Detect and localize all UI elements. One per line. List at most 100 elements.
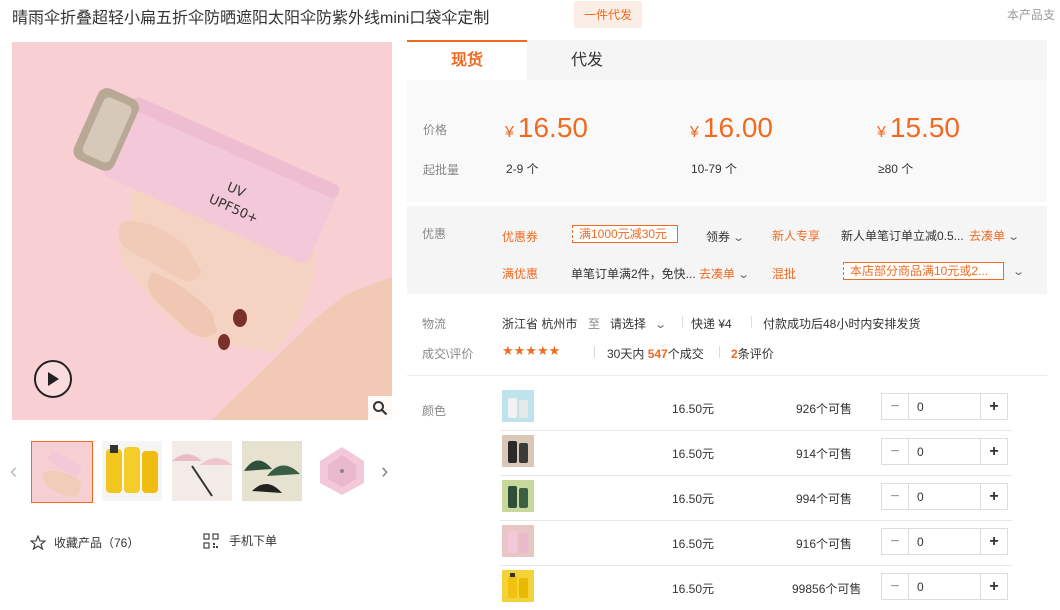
quantity-stepper: − + (881, 393, 1008, 420)
minus-button[interactable]: − (882, 574, 909, 599)
quantity-stepper: − + (881, 528, 1008, 555)
newbie-label: 新人专享 (772, 229, 821, 243)
tab-in-stock[interactable]: 现货 (407, 40, 527, 80)
favorite-button[interactable]: 收藏产品（76） (30, 534, 139, 551)
quantity-input[interactable] (909, 394, 980, 419)
sku-price: 16.50元 (672, 492, 715, 506)
sku-swatch-green[interactable] (502, 480, 534, 512)
favorite-label: 收藏产品（76） (54, 536, 140, 550)
quantity-input[interactable] (909, 574, 980, 599)
price-tier-3: ¥15.50 (877, 112, 960, 143)
sku-stock: 914个可售 (795, 447, 852, 461)
full-discount-label: 满优惠 (502, 267, 539, 281)
sku-row: 16.50元 99856个可售 − + (500, 566, 1012, 610)
main-product-image[interactable]: UV UPF50+ (12, 42, 392, 420)
product-title: 晴雨伞折叠超轻小扁五折伞防晒遮阳太阳伞防紫外线mini口袋伞定制 (12, 10, 490, 27)
chevron-down-icon: ⌄ (737, 269, 751, 281)
star-outline-icon (30, 535, 46, 550)
divider (682, 316, 683, 328)
newbie-text: 新人单笔订单立减0.5... (841, 229, 964, 243)
full-discount-link[interactable]: 去凑单 ⌄ (699, 265, 751, 282)
claim-coupon-button[interactable]: 领券 ⌄ (706, 228, 746, 245)
chevron-down-icon: ⌄ (732, 232, 746, 244)
sku-stock: 916个可售 (795, 537, 852, 551)
moq-label: 起批量 (423, 163, 460, 177)
plus-button[interactable]: + (980, 439, 1007, 464)
quantity-input[interactable] (909, 529, 980, 554)
minus-button[interactable]: − (882, 484, 909, 509)
chevron-down-icon: ⌄ (1007, 231, 1021, 243)
ship-from: 浙江省 杭州市 (502, 317, 578, 331)
sku-stock: 99856个可售 (792, 582, 862, 596)
price-tier-1: ¥16.50 (505, 112, 588, 143)
plus-button[interactable]: + (980, 574, 1007, 599)
sku-price: 16.50元 (672, 447, 715, 461)
shipping-fee: 快递 ¥4 (691, 317, 732, 331)
sales-count: 30天内 547个成交 (607, 347, 704, 361)
destination-select[interactable]: 请选择 ⌄ (610, 315, 668, 332)
promotions-label: 优惠 (422, 227, 447, 241)
quantity-stepper: − + (881, 483, 1008, 510)
sku-stock: 926个可售 (795, 402, 852, 416)
divider (594, 346, 595, 358)
dropship-badge: 一件代发 (574, 1, 643, 28)
plus-button[interactable]: + (980, 394, 1007, 419)
tab-dropship[interactable]: 代发 (527, 40, 647, 80)
play-icon (48, 372, 59, 386)
play-video-button[interactable] (34, 360, 72, 398)
deals-label: 成交\评价 (422, 347, 474, 361)
mobile-order-label: 手机下单 (229, 534, 278, 548)
sku-swatch-pink[interactable] (502, 525, 534, 557)
minus-button[interactable]: − (882, 529, 909, 554)
coupon-label: 优惠券 (502, 230, 539, 244)
sku-price: 16.50元 (672, 402, 715, 416)
plus-button[interactable]: + (980, 529, 1007, 554)
logistics-label: 物流 (422, 317, 447, 331)
product-illustration: UV UPF50+ (12, 42, 392, 420)
mixed-expand[interactable]: ⌄ (1010, 264, 1026, 278)
mixed-batch-label: 混批 (772, 267, 797, 281)
sku-price: 16.50元 (672, 582, 715, 596)
chevron-down-icon: ⌄ (654, 319, 668, 331)
section-divider (407, 375, 1047, 376)
chevron-right-icon[interactable]: › (381, 458, 388, 484)
moq-tier-2: 10-79 个 (691, 162, 738, 176)
thumbnail-item[interactable] (102, 441, 164, 503)
mixed-batch-ticket[interactable]: 本店部分商品满10元或2... (843, 262, 1004, 280)
zoom-button[interactable] (368, 396, 392, 420)
sku-stock: 994个可售 (795, 492, 852, 506)
sku-row: 16.50元 916个可售 − + (500, 521, 1012, 566)
coupon-ticket[interactable]: 满1000元减30元 (572, 225, 678, 243)
quantity-input[interactable] (909, 439, 980, 464)
plus-button[interactable]: + (980, 484, 1007, 509)
divider (751, 316, 752, 328)
mobile-order-button[interactable]: 手机下单 (203, 532, 277, 549)
chevron-down-icon: ⌄ (1012, 266, 1026, 278)
rating-stars: ★★★★★ (502, 343, 561, 358)
thumbnail-item[interactable] (242, 441, 304, 503)
sku-swatch-yellow[interactable] (502, 570, 534, 602)
moq-tier-3: ≥80 个 (878, 162, 914, 176)
thumbnail-item[interactable] (31, 441, 93, 503)
dispatch-note: 付款成功后48小时内安排发货 (763, 317, 921, 331)
chevron-left-icon[interactable]: ‹ (10, 458, 17, 484)
header-note: 本产品支 (1007, 8, 1056, 22)
sku-row: 16.50元 914个可售 − + (500, 431, 1012, 476)
zoom-icon (373, 401, 388, 416)
quantity-stepper: − + (881, 573, 1008, 600)
purchase-tabs: 现货 代发 (407, 40, 1047, 80)
ship-to-word: 至 (588, 317, 601, 331)
price-tier-2: ¥16.00 (690, 112, 773, 143)
minus-button[interactable]: − (882, 439, 909, 464)
quantity-input[interactable] (909, 484, 980, 509)
minus-button[interactable]: − (882, 394, 909, 419)
thumbnail-item[interactable] (312, 441, 374, 503)
sku-swatch-black[interactable] (502, 435, 534, 467)
reviews-link[interactable]: 2条评价 (731, 345, 774, 362)
sku-swatch-light-blue[interactable] (502, 390, 534, 422)
thumbnail-item[interactable] (172, 441, 234, 503)
sku-price: 16.50元 (672, 537, 715, 551)
qr-code-icon (203, 532, 219, 549)
sku-row: 16.50元 926个可售 − + (500, 386, 1012, 431)
newbie-link[interactable]: 去凑单 ⌄ (969, 227, 1021, 244)
